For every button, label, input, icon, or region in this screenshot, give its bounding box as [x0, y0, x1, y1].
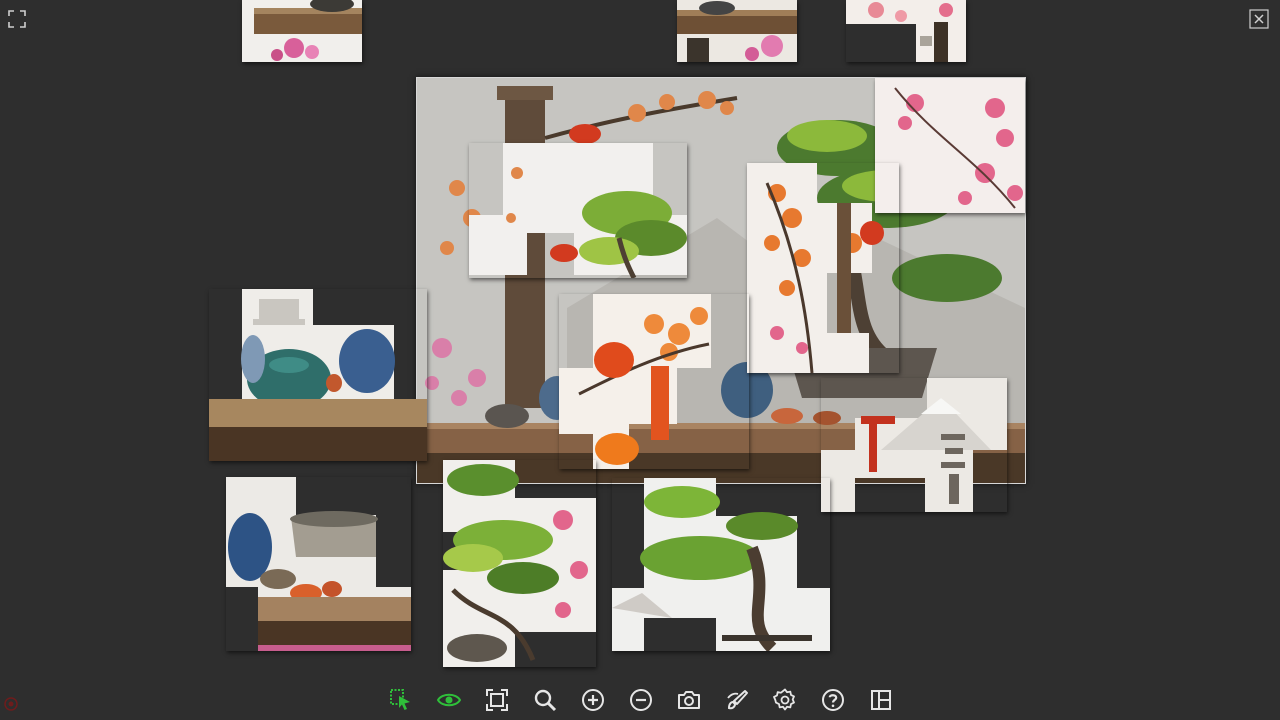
- close-x-icon: [1249, 9, 1269, 29]
- piece-art: [226, 477, 411, 651]
- piece-art: [559, 294, 711, 469]
- piece-art: [443, 460, 596, 667]
- piece-art: [846, 0, 966, 62]
- puzzle-board[interactable]: [416, 77, 1026, 512]
- puzzle-piece[interactable]: [747, 163, 899, 374]
- puzzle-piece[interactable]: [443, 460, 596, 667]
- magnifier-icon: [534, 689, 556, 712]
- puzzle-piece[interactable]: [226, 477, 411, 651]
- puzzle-piece[interactable]: [469, 143, 687, 280]
- panel-layout-button[interactable]: [863, 684, 898, 716]
- select-pieces-icon: [389, 689, 410, 710]
- toolbar: [383, 684, 898, 716]
- piece-art: [677, 0, 797, 62]
- fit-frame-button[interactable]: [479, 684, 514, 716]
- expand-corners-icon: [8, 10, 26, 28]
- background-color-button[interactable]: [719, 684, 754, 716]
- close-button[interactable]: [1249, 9, 1269, 29]
- status-indicator-icon: [4, 697, 18, 711]
- piece-art: [821, 378, 1007, 512]
- camera-icon: [677, 691, 700, 709]
- piece-art: [469, 143, 687, 280]
- piece-art: [747, 163, 884, 374]
- settings-button[interactable]: [767, 684, 802, 716]
- fit-frame-icon: [485, 689, 508, 711]
- help-button[interactable]: [815, 684, 850, 716]
- preview-button[interactable]: [431, 684, 466, 716]
- select-pieces-button[interactable]: [383, 684, 418, 716]
- paint-brush-icon: [726, 690, 748, 710]
- piece-art: [242, 0, 362, 62]
- piece-art: [209, 289, 427, 461]
- magnifier-button[interactable]: [527, 684, 562, 716]
- puzzle-workspace[interactable]: [0, 0, 1280, 720]
- puzzle-piece[interactable]: [677, 0, 797, 62]
- gear-icon: [772, 688, 795, 711]
- help-icon: [821, 689, 844, 711]
- layout-panel-icon: [870, 690, 891, 710]
- zoom-out-icon: [629, 689, 652, 711]
- puzzle-piece[interactable]: [612, 478, 830, 653]
- puzzle-piece[interactable]: [209, 289, 427, 461]
- zoom-in-icon: [581, 689, 604, 711]
- piece-art: [612, 478, 830, 653]
- puzzle-piece[interactable]: [821, 378, 1007, 512]
- screenshot-button[interactable]: [671, 684, 706, 716]
- zoom-out-button[interactable]: [623, 684, 658, 716]
- puzzle-piece[interactable]: [242, 0, 362, 62]
- fullscreen-button[interactable]: [7, 9, 27, 29]
- eye-preview-icon: [436, 693, 461, 707]
- zoom-in-button[interactable]: [575, 684, 610, 716]
- puzzle-piece[interactable]: [846, 0, 966, 62]
- puzzle-piece[interactable]: [559, 294, 749, 469]
